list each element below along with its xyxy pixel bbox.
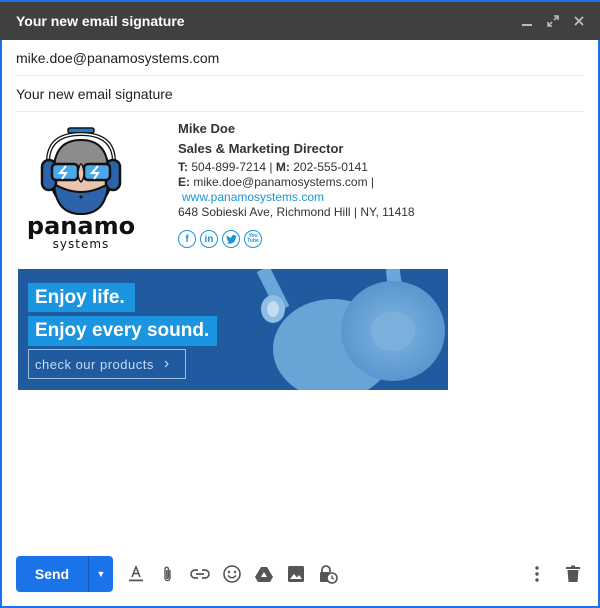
signature-details: Mike Doe Sales & Marketing Director T: 5…	[178, 121, 415, 220]
panamo-logo: panamo systems	[27, 127, 135, 251]
close-icon[interactable]	[572, 14, 586, 28]
headphones-image	[256, 269, 445, 390]
minimize-icon[interactable]	[520, 14, 534, 28]
compose-window: Your new email signature mike.doe@panamo…	[0, 0, 600, 608]
logo-brand: panamo	[27, 212, 135, 240]
email-label: E:	[178, 175, 190, 189]
formatting-options-icon[interactable]	[125, 563, 147, 585]
linkedin-icon[interactable]: in	[200, 230, 218, 248]
signature-address: 648 Sobieski Ave, Richmond Hill | NY, 11…	[178, 205, 415, 219]
confidential-mode-icon[interactable]	[317, 563, 339, 585]
more-options-icon[interactable]	[526, 563, 548, 585]
check-products-button[interactable]: check our products ›	[28, 349, 186, 379]
signature-role: Sales & Marketing Director	[178, 141, 344, 156]
signature-email-line: E: mike.doe@panamosystems.com |	[178, 175, 415, 190]
mobile-label: M:	[275, 160, 290, 174]
more-send-options-button[interactable]: ▼	[88, 556, 113, 592]
promo-banner[interactable]: Enjoy life. Enjoy every sound. check our…	[18, 269, 448, 390]
phone-number: 504-899-7214	[191, 160, 267, 174]
google-drive-icon[interactable]	[253, 563, 275, 585]
phone-separator: |	[269, 160, 273, 174]
signature-phones: T: 504-899-7214 | M: 202-555-0141	[178, 160, 415, 175]
twitter-icon[interactable]	[222, 230, 240, 248]
compose-title: Your new email signature	[16, 13, 185, 29]
send-button-group: Send ▼	[16, 556, 113, 592]
compose-titlebar[interactable]: Your new email signature	[0, 0, 600, 40]
logo-tagline: systems	[53, 237, 110, 251]
phone-label: T:	[178, 160, 188, 174]
mobile-number: 202-555-0141	[293, 160, 368, 174]
social-links: f in You Tube	[178, 230, 262, 248]
signature-name: Mike Doe	[178, 121, 236, 136]
youtube-icon[interactable]: You Tube	[244, 230, 262, 248]
insert-photo-icon[interactable]	[285, 563, 307, 585]
chevron-right-icon: ›	[163, 355, 170, 372]
to-field[interactable]: mike.doe@panamosystems.com	[16, 40, 584, 76]
banner-headline-2: Enjoy every sound.	[28, 316, 218, 346]
check-products-label: check our products	[35, 356, 154, 372]
insert-link-icon[interactable]	[189, 563, 211, 585]
banner-headline-1: Enjoy life.	[28, 283, 135, 312]
compose-toolbar: Send ▼	[16, 556, 584, 592]
signature-email[interactable]: mike.doe@panamosystems.com |	[193, 175, 374, 189]
to-recipient[interactable]: mike.doe@panamosystems.com	[16, 50, 219, 66]
attach-file-icon[interactable]	[157, 563, 179, 585]
expand-icon[interactable]	[546, 14, 560, 28]
signature-website-link[interactable]: www.panamosystems.com	[178, 190, 324, 204]
insert-emoji-icon[interactable]	[221, 563, 243, 585]
subject-field[interactable]: Your new email signature	[16, 76, 584, 112]
subject-text[interactable]: Your new email signature	[16, 86, 173, 102]
discard-draft-icon[interactable]	[562, 563, 584, 585]
send-button[interactable]: Send	[16, 556, 88, 592]
facebook-icon[interactable]: f	[178, 230, 196, 248]
